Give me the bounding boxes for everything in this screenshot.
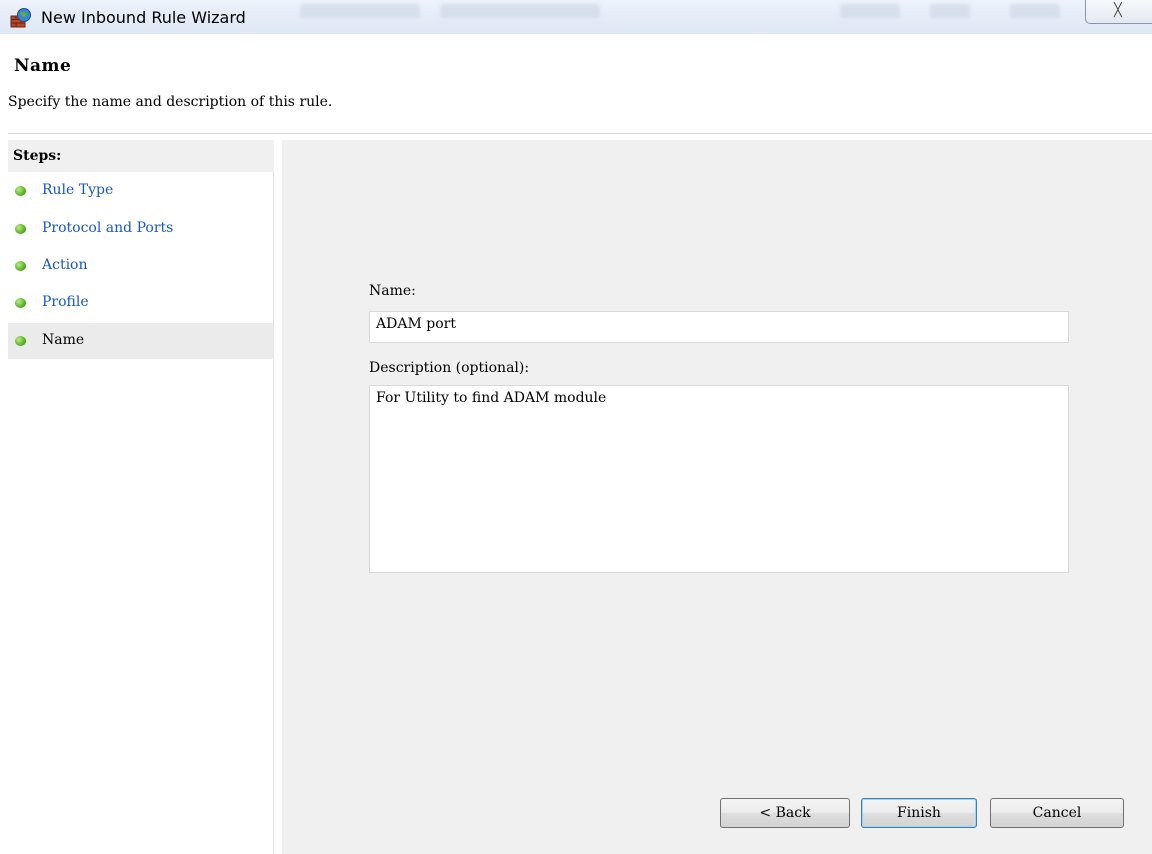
step-label: Action: [42, 257, 88, 273]
steps-panel: Steps: Rule Type Protocol and Ports Acti…: [8, 140, 274, 854]
step-status-icon: [15, 298, 26, 308]
step-label: Profile: [42, 294, 89, 310]
name-field[interactable]: ADAM port: [369, 311, 1069, 343]
step-label: Rule Type: [42, 182, 114, 198]
cancel-button[interactable]: Cancel: [990, 798, 1124, 828]
description-label: Description (optional):: [369, 360, 530, 376]
wizard-header: Name Specify the name and description of…: [8, 50, 1152, 134]
close-button[interactable]: ╳: [1085, 0, 1152, 24]
background-blur: [300, 4, 420, 18]
step-label: Protocol and Ports: [42, 220, 174, 236]
steps-heading: Steps:: [8, 140, 274, 172]
step-profile[interactable]: Profile: [8, 285, 274, 321]
background-blur: [840, 4, 900, 18]
step-status-icon: [15, 261, 26, 271]
step-label: Name: [42, 332, 85, 348]
step-action[interactable]: Action: [8, 248, 274, 284]
window-frame: [0, 34, 8, 854]
finish-button[interactable]: Finish: [861, 798, 977, 828]
background-blur: [440, 4, 600, 18]
name-label: Name:: [369, 283, 416, 299]
step-name: Name: [8, 323, 274, 359]
window-title: New Inbound Rule Wizard: [41, 8, 246, 27]
back-button[interactable]: < Back: [720, 798, 850, 828]
wizard-content: Name: ADAM port Description (optional): …: [282, 140, 1152, 854]
title-bar: New Inbound Rule Wizard ╳: [0, 0, 1152, 34]
step-rule-type[interactable]: Rule Type: [8, 173, 274, 209]
step-status-icon: [15, 336, 26, 346]
firewall-icon: [10, 8, 31, 28]
page-title: Name: [14, 56, 72, 76]
step-protocol-and-ports[interactable]: Protocol and Ports: [8, 211, 274, 247]
background-blur: [930, 4, 970, 18]
page-subtitle: Specify the name and description of this…: [8, 94, 333, 110]
background-blur: [1010, 4, 1060, 18]
step-status-icon: [15, 224, 26, 234]
step-status-icon: [15, 186, 26, 196]
description-textarea[interactable]: For Utility to find ADAM module: [369, 385, 1069, 573]
close-icon: ╳: [1114, 3, 1122, 18]
